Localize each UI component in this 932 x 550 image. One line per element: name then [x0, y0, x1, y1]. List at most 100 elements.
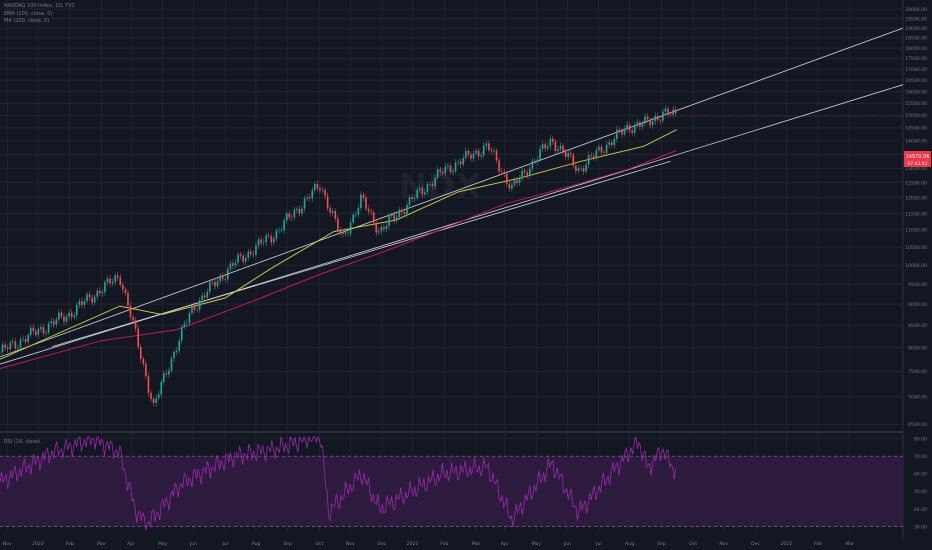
candle-body — [283, 220, 285, 231]
candle-body — [431, 184, 434, 187]
time-tick-label: Aug — [251, 541, 260, 547]
candle-body — [388, 216, 390, 227]
time-tick-label: Oct — [689, 541, 697, 547]
candle-body — [45, 332, 47, 334]
candle-body — [454, 162, 457, 172]
time-tick-label: Aug — [625, 541, 634, 547]
candle-body — [493, 150, 495, 152]
candle-body — [1, 344, 4, 353]
candle-body — [260, 239, 262, 244]
time-tick-label: Dec — [377, 541, 386, 547]
candle-body — [518, 178, 521, 183]
time-tick-label: Apr — [501, 541, 509, 547]
rsi-legend[interactable]: RSI (14, close) — [4, 439, 40, 445]
candle-body — [296, 208, 298, 210]
candle-body — [649, 119, 651, 126]
ma1-legend[interactable]: EMA (100, close, 0) — [4, 11, 52, 17]
symbol-legend[interactable]: NASDAQ 100 Index, 1D, TVC — [4, 3, 75, 9]
candle-body — [163, 373, 165, 382]
candle-body — [500, 171, 503, 172]
candle-body — [644, 116, 646, 124]
candle-body — [557, 149, 559, 152]
candle-body — [122, 284, 124, 290]
candle-body — [78, 301, 81, 305]
candle-body — [9, 342, 12, 350]
candle-body — [577, 168, 580, 171]
candle-body — [150, 392, 152, 400]
candle-body — [206, 291, 209, 298]
candle-body — [508, 183, 511, 189]
candle-body — [352, 214, 355, 223]
time-tick-label: Nov — [346, 541, 355, 547]
candle-body — [290, 217, 293, 218]
price-tick-label: 11000.00 — [905, 228, 927, 234]
ma2-legend[interactable]: MA (200, close, 0) — [4, 18, 49, 24]
candle-body — [58, 312, 60, 320]
candle-body — [175, 350, 178, 353]
candle-body — [114, 275, 116, 282]
candle-body — [472, 153, 475, 159]
candle-body — [109, 278, 111, 284]
candle-body — [536, 159, 539, 162]
price-tick-label: 16500.00 — [905, 78, 927, 84]
candle-body — [436, 169, 439, 178]
price-tick-label: 14500.00 — [905, 126, 927, 132]
candle-body — [531, 160, 534, 169]
candle-body — [116, 275, 119, 278]
candle-body — [659, 120, 662, 121]
candle-body — [73, 315, 76, 317]
candle-body — [324, 189, 326, 196]
candle-body — [452, 171, 454, 173]
candle-body — [326, 195, 329, 209]
time-tick-label: Apr — [127, 541, 135, 547]
candle-body — [183, 323, 186, 327]
price-tick-label: 14000.00 — [905, 139, 927, 145]
candle-body — [580, 168, 582, 169]
time-tick-label: Feb — [66, 541, 74, 547]
candle-body — [569, 153, 572, 155]
candle-body — [349, 222, 352, 234]
last-price-countdown: 07:42:42 — [907, 161, 927, 167]
price-tick-label: 12500.00 — [905, 181, 927, 187]
candle-body — [521, 170, 523, 179]
candle-body — [247, 251, 250, 258]
price-chart[interactable]: NDX 6500.007000.007500.008000.008500.009… — [0, 0, 932, 550]
candle-body — [37, 329, 40, 335]
candle-body — [480, 155, 482, 157]
candle-body — [572, 154, 575, 166]
candle-body — [459, 161, 462, 165]
candle-body — [590, 154, 593, 156]
time-tick-label: Sep — [657, 541, 666, 547]
candle-body — [147, 376, 150, 393]
candle-body — [40, 327, 42, 330]
candle-body — [255, 245, 257, 255]
candle-body — [347, 233, 349, 234]
candle-body — [495, 150, 498, 161]
candle-body — [334, 211, 337, 219]
candle-body — [546, 146, 549, 149]
candle-body — [490, 150, 493, 152]
candle-body — [441, 171, 444, 174]
candle-body — [173, 352, 175, 359]
candle-body — [513, 179, 516, 185]
candle-body — [582, 168, 585, 172]
time-tick-label: Oct — [315, 541, 323, 547]
candle-body — [142, 358, 145, 364]
candle-body — [360, 194, 362, 208]
candle-body — [65, 316, 68, 322]
candle-body — [68, 312, 70, 317]
candle-body — [401, 210, 403, 212]
candle-body — [534, 160, 536, 162]
time-tick-label: Mar — [97, 541, 106, 547]
candle-body — [365, 197, 367, 209]
candle-body — [32, 327, 35, 332]
candle-body — [598, 146, 600, 151]
candle-body — [93, 296, 96, 303]
candle-body — [42, 327, 45, 334]
candle-body — [411, 197, 413, 199]
price-tick-label: 17000.00 — [905, 67, 927, 73]
candle-body — [475, 150, 477, 154]
candle-body — [88, 294, 91, 298]
candle-body — [641, 123, 644, 127]
candle-body — [219, 275, 221, 282]
